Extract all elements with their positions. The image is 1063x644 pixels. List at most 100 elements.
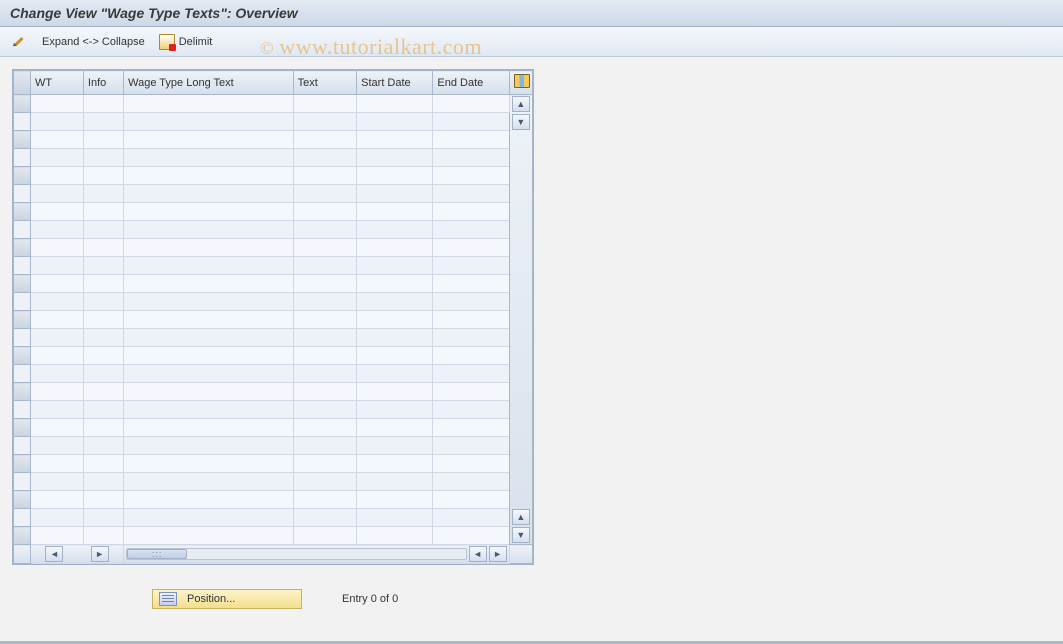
cell[interactable]	[357, 275, 433, 293]
cell[interactable]	[293, 419, 357, 437]
cell[interactable]	[83, 509, 123, 527]
table-row[interactable]: ▲▼▲▼	[14, 95, 533, 113]
cell[interactable]	[357, 239, 433, 257]
cell[interactable]	[293, 221, 357, 239]
cell[interactable]	[293, 275, 357, 293]
table-config-button[interactable]	[509, 71, 532, 95]
cell[interactable]	[83, 473, 123, 491]
hscroll-right-inner-button[interactable]: ►	[91, 546, 109, 562]
cell[interactable]	[83, 95, 123, 113]
cell[interactable]	[433, 509, 509, 527]
cell[interactable]	[83, 203, 123, 221]
cell[interactable]	[30, 437, 83, 455]
hscroll-right-button[interactable]: ►	[489, 546, 507, 562]
cell[interactable]	[357, 473, 433, 491]
cell[interactable]	[124, 257, 293, 275]
cell[interactable]	[433, 347, 509, 365]
cell[interactable]	[357, 221, 433, 239]
col-header-enddate[interactable]: End Date	[433, 71, 509, 95]
cell[interactable]	[30, 419, 83, 437]
row-selector[interactable]	[14, 527, 31, 545]
cell[interactable]	[124, 527, 293, 545]
cell[interactable]	[124, 113, 293, 131]
table-row[interactable]	[14, 185, 533, 203]
cell[interactable]	[83, 257, 123, 275]
cell[interactable]	[83, 113, 123, 131]
cell[interactable]	[30, 113, 83, 131]
table-row[interactable]	[14, 347, 533, 365]
row-selector-header[interactable]	[14, 71, 31, 95]
cell[interactable]	[357, 329, 433, 347]
cell[interactable]	[30, 275, 83, 293]
cell[interactable]	[30, 473, 83, 491]
cell[interactable]	[293, 203, 357, 221]
cell[interactable]	[83, 149, 123, 167]
col-header-longtext[interactable]: Wage Type Long Text	[124, 71, 293, 95]
cell[interactable]	[124, 473, 293, 491]
row-selector[interactable]	[14, 383, 31, 401]
cell[interactable]	[433, 473, 509, 491]
row-selector[interactable]	[14, 95, 31, 113]
table-row[interactable]	[14, 419, 533, 437]
cell[interactable]	[30, 365, 83, 383]
cell[interactable]	[433, 203, 509, 221]
cell[interactable]	[124, 491, 293, 509]
cell[interactable]	[357, 455, 433, 473]
cell[interactable]	[83, 455, 123, 473]
cell[interactable]	[124, 509, 293, 527]
cell[interactable]	[293, 95, 357, 113]
cell[interactable]	[83, 491, 123, 509]
cell[interactable]	[357, 509, 433, 527]
cell[interactable]	[83, 419, 123, 437]
table-row[interactable]	[14, 113, 533, 131]
cell[interactable]	[124, 419, 293, 437]
row-selector[interactable]	[14, 455, 31, 473]
table-row[interactable]	[14, 221, 533, 239]
cell[interactable]	[124, 239, 293, 257]
table-row[interactable]	[14, 455, 533, 473]
row-selector[interactable]	[14, 257, 31, 275]
table-row[interactable]	[14, 257, 533, 275]
cell[interactable]	[293, 383, 357, 401]
delimit-button[interactable]: Delimit	[155, 32, 217, 52]
row-selector[interactable]	[14, 437, 31, 455]
cell[interactable]	[293, 293, 357, 311]
cell[interactable]	[433, 401, 509, 419]
table-row[interactable]	[14, 437, 533, 455]
cell[interactable]	[30, 455, 83, 473]
row-selector[interactable]	[14, 185, 31, 203]
cell[interactable]	[293, 347, 357, 365]
table-row[interactable]	[14, 383, 533, 401]
row-selector[interactable]	[14, 509, 31, 527]
row-selector[interactable]	[14, 491, 31, 509]
cell[interactable]	[433, 491, 509, 509]
cell[interactable]	[357, 113, 433, 131]
cell[interactable]	[124, 149, 293, 167]
cell[interactable]	[357, 95, 433, 113]
table-row[interactable]	[14, 293, 533, 311]
cell[interactable]	[124, 221, 293, 239]
row-selector[interactable]	[14, 131, 31, 149]
cell[interactable]	[30, 509, 83, 527]
cell[interactable]	[293, 455, 357, 473]
position-button[interactable]: Position...	[152, 589, 302, 609]
cell[interactable]	[83, 527, 123, 545]
cell[interactable]	[293, 437, 357, 455]
toggle-edit-button[interactable]	[8, 32, 32, 52]
cell[interactable]	[433, 437, 509, 455]
cell[interactable]	[293, 329, 357, 347]
table-row[interactable]	[14, 509, 533, 527]
cell[interactable]	[433, 239, 509, 257]
cell[interactable]	[433, 257, 509, 275]
col-header-info[interactable]: Info	[83, 71, 123, 95]
cell[interactable]	[30, 401, 83, 419]
cell[interactable]	[357, 149, 433, 167]
hscroll-left-button[interactable]: ◄	[469, 546, 487, 562]
cell[interactable]	[30, 347, 83, 365]
cell[interactable]	[30, 293, 83, 311]
cell[interactable]	[433, 167, 509, 185]
cell[interactable]	[83, 329, 123, 347]
row-selector[interactable]	[14, 473, 31, 491]
cell[interactable]	[83, 437, 123, 455]
row-selector[interactable]	[14, 401, 31, 419]
